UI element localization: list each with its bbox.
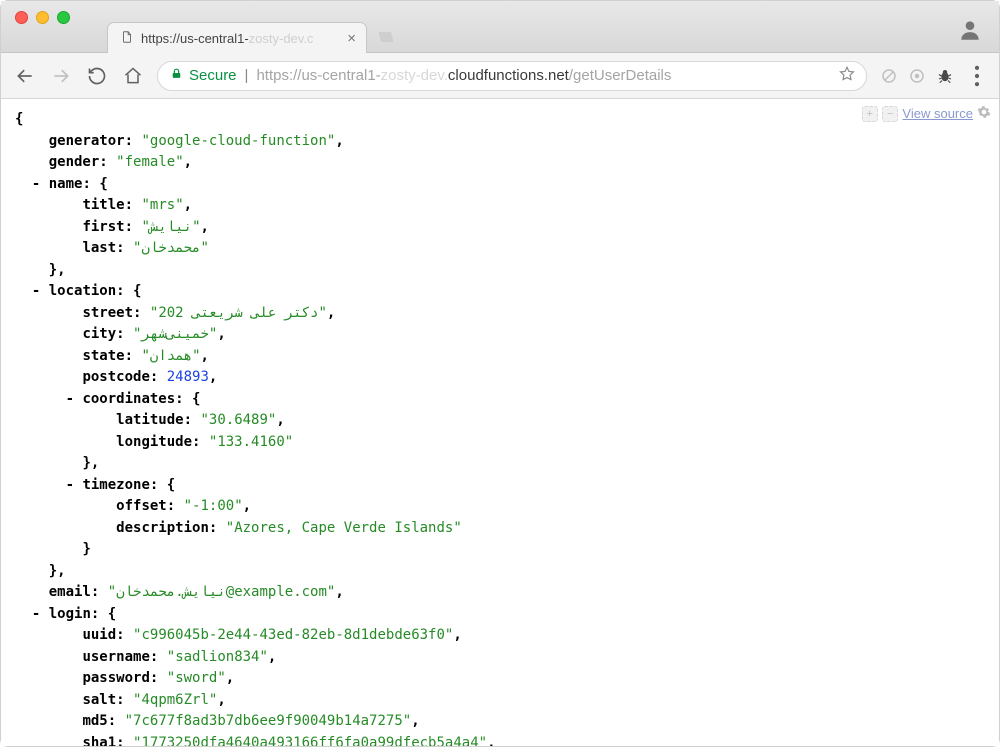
browser-tab[interactable]: https://us-central1-zosty-dev.c × — [107, 22, 367, 53]
collapse-toggle[interactable]: - — [32, 283, 40, 299]
secure-label: Secure — [189, 67, 237, 84]
json-viewer-toolbar: + − View source — [862, 105, 991, 122]
page-content: + − View source { generator: "google-clo… — [1, 99, 999, 746]
home-button[interactable] — [117, 61, 149, 91]
separator: | — [245, 67, 249, 84]
settings-gear-icon[interactable] — [977, 105, 991, 122]
extension-circle-icon[interactable] — [907, 66, 927, 86]
extension-icons — [879, 66, 955, 86]
close-tab-button[interactable]: × — [347, 31, 356, 46]
minimize-window-button[interactable] — [36, 11, 49, 24]
back-button[interactable] — [9, 61, 41, 91]
expand-all-button[interactable]: + — [862, 106, 878, 122]
browser-toolbar: Secure | https://us-central1-zosty-dev.c… — [1, 53, 999, 99]
tab-title: https://us-central1-zosty-dev.c — [141, 31, 340, 46]
extension-nosign-icon[interactable] — [879, 66, 899, 86]
close-window-button[interactable] — [15, 11, 28, 24]
json-body: { generator: "google-cloud-function", ge… — [1, 99, 999, 746]
lock-icon — [170, 67, 183, 84]
collapse-toggle[interactable]: - — [66, 477, 74, 493]
maximize-window-button[interactable] — [57, 11, 70, 24]
forward-button[interactable] — [45, 61, 77, 91]
collapse-toggle[interactable]: - — [32, 606, 40, 622]
address-bar[interactable]: Secure | https://us-central1-zosty-dev.c… — [157, 61, 867, 91]
profile-avatar-icon[interactable] — [957, 17, 983, 43]
collapse-all-button[interactable]: − — [882, 106, 898, 122]
new-tab-button[interactable] — [373, 25, 399, 49]
bookmark-star-icon[interactable] — [838, 65, 856, 87]
menu-button[interactable] — [963, 62, 991, 90]
tab-strip: https://us-central1-zosty-dev.c × — [107, 21, 399, 52]
view-source-link[interactable]: View source — [902, 106, 973, 121]
reload-button[interactable] — [81, 61, 113, 91]
collapse-toggle[interactable]: - — [32, 176, 40, 192]
extension-bug-icon[interactable] — [935, 66, 955, 86]
url-text: https://us-central1-zosty-dev.cloudfunct… — [256, 67, 671, 84]
document-icon — [120, 30, 134, 47]
window-controls — [15, 11, 70, 24]
window-titlebar: https://us-central1-zosty-dev.c × — [1, 1, 999, 53]
collapse-toggle[interactable]: - — [66, 391, 74, 407]
